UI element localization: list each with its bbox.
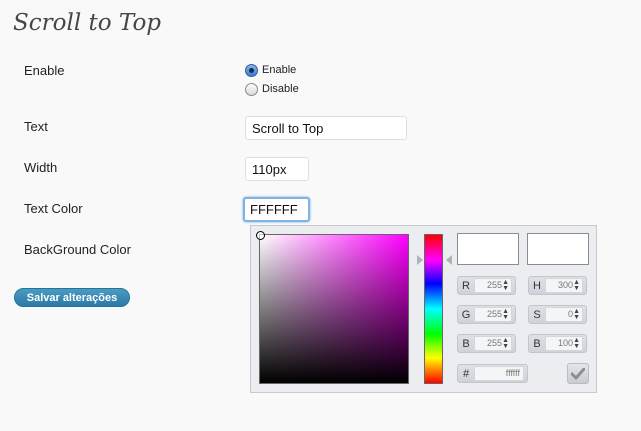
hex-field-value[interactable]: ffffff xyxy=(474,366,524,381)
red-field-value[interactable]: 255 ▲ ▼ xyxy=(474,278,512,293)
text-label: Text xyxy=(24,119,48,134)
radio-disable[interactable]: Disable xyxy=(245,82,299,96)
hue-slider[interactable] xyxy=(424,234,443,384)
radio-enable-button[interactable] xyxy=(245,63,258,77)
brightness-field-label: B xyxy=(533,337,541,350)
blue-field-label: B xyxy=(462,337,470,350)
spinner-icon[interactable]: ▲ ▼ xyxy=(502,279,509,292)
background-color-label: BackGround Color xyxy=(24,242,131,257)
new-color-swatch xyxy=(457,233,519,265)
save-button[interactable]: Salvar alterações xyxy=(14,288,130,307)
hex-field-label: # xyxy=(462,367,470,380)
color-picker: R 255 ▲ ▼ G 255 ▲ ▼ B 255 ▲ ▼ H 300 ▲ ▼ S 0 ▲ ▼ B … xyxy=(250,225,597,393)
spinner-icon[interactable]: ▲ ▼ xyxy=(502,337,509,350)
apply-color-button[interactable] xyxy=(567,363,589,384)
brightness-field[interactable]: B 100 ▲ ▼ xyxy=(528,334,587,353)
blue-field-value[interactable]: 255 ▲ ▼ xyxy=(474,336,512,351)
hue-arrow-right-icon[interactable] xyxy=(417,255,423,265)
text-input[interactable] xyxy=(245,116,407,140)
radio-disable-label: Disable xyxy=(262,83,299,95)
green-field-value[interactable]: 255 ▲ ▼ xyxy=(474,307,512,322)
text-color-label: Text Color xyxy=(24,201,83,216)
radio-enable-label: Enable xyxy=(262,64,297,76)
green-field[interactable]: G 255 ▲ ▼ xyxy=(457,305,516,324)
sv-cursor-handle[interactable] xyxy=(256,231,265,240)
saturation-field-label: S xyxy=(533,308,541,321)
brightness-field-value[interactable]: 100 ▲ ▼ xyxy=(545,336,583,351)
text-color-input[interactable] xyxy=(243,197,310,222)
hue-field-value[interactable]: 300 ▲ ▼ xyxy=(545,278,583,293)
red-field[interactable]: R 255 ▲ ▼ xyxy=(457,276,516,295)
red-field-label: R xyxy=(462,279,470,292)
radio-disable-button[interactable] xyxy=(245,82,258,96)
radio-enable[interactable]: Enable xyxy=(245,63,296,77)
blue-field[interactable]: B 255 ▲ ▼ xyxy=(457,334,516,353)
saturation-field-value[interactable]: 0 ▲ ▼ xyxy=(545,307,583,322)
width-label: Width xyxy=(24,160,58,175)
saturation-field[interactable]: S 0 ▲ ▼ xyxy=(528,305,587,324)
saturation-brightness-square[interactable] xyxy=(256,231,409,384)
current-color-swatch[interactable] xyxy=(527,233,589,265)
hue-arrow-left-icon[interactable] xyxy=(446,255,452,265)
enable-label: Enable xyxy=(24,63,65,78)
hue-field[interactable]: H 300 ▲ ▼ xyxy=(528,276,587,295)
hue-field-label: H xyxy=(533,279,541,292)
page-title: Scroll to Top xyxy=(13,10,162,36)
hex-field[interactable]: # ffffff xyxy=(457,364,528,383)
spinner-icon[interactable]: ▲ ▼ xyxy=(573,337,580,350)
width-input[interactable] xyxy=(245,157,309,181)
checkmark-icon xyxy=(571,367,585,379)
spinner-icon[interactable]: ▲ ▼ xyxy=(502,308,509,321)
green-field-label: G xyxy=(461,308,471,321)
spinner-icon[interactable]: ▲ ▼ xyxy=(573,308,580,321)
spinner-icon[interactable]: ▲ ▼ xyxy=(573,279,580,292)
